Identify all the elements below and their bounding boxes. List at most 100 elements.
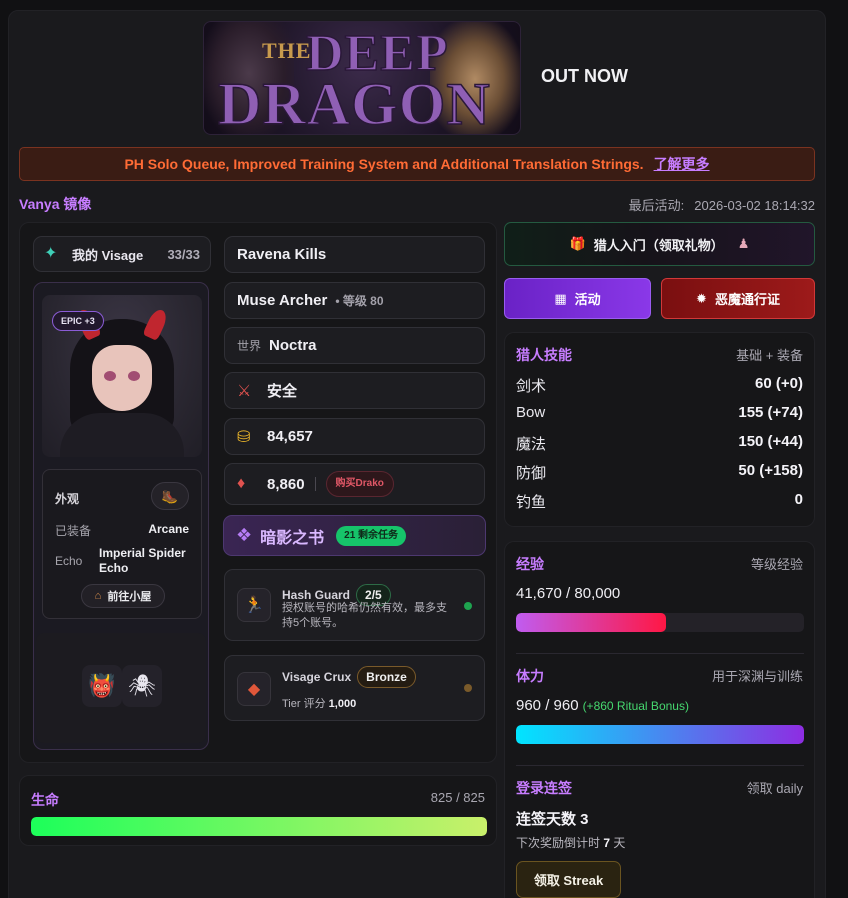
remaining-tasks-badge: 21 剩余任务 [336,525,407,546]
crux-score: Tier 评分 1,000 [282,697,457,712]
events-button[interactable]: ▦ 活动 [504,278,651,319]
character-portrait: EPIC +3 [42,295,202,457]
life-bar [31,817,487,836]
demon-pass-button[interactable]: ✹ 恶魔通行证 [661,278,815,319]
events-button-label: 活动 [574,292,601,307]
streak-title: 登录连签 [516,780,572,796]
claim-streak-button[interactable]: 领取 Streak [516,861,621,898]
life-panel: 生命 825 / 825 [19,775,497,846]
divider [314,477,316,491]
last-active: 最后活动: 2026-03-02 18:14:32 [629,195,815,214]
stamina-bonus: (+860 Ritual Bonus) [582,699,689,713]
shadow-book-label: 暗影之书 [260,529,325,547]
streak-next: 下次奖励倒计时 7 天 [516,834,625,851]
announcement-bar: PH Solo Queue, Improved Training System … [19,147,815,181]
crux-score-label: Tier 评分 [282,698,326,710]
world-value: Noctra [269,337,317,354]
crux-title: Visage Crux [282,670,352,684]
divider [516,765,804,766]
skill-name: 钓鱼 [516,494,547,511]
safety-item: ⚔ 安全 [224,372,485,409]
kills-label: Ravena Kills [237,246,327,263]
gear-burst-icon: ✹ [696,290,707,306]
streak-next-prefix: 下次奖励倒计时 [516,836,601,850]
xp-bar [516,613,804,632]
shadow-book-button[interactable]: ❖ 暗影之书 21 剩余任务 [223,515,486,556]
crux-header: Visage Crux Bronze [282,666,416,688]
stamina-subtitle: 用于深渊与训练 [711,669,803,684]
mirror-title: Vanya 镜像 [19,196,92,212]
hash-guard-title: Hash Guard [282,588,351,602]
calendar-icon: ▦ [554,290,567,306]
class-item: Muse Archer • 等级 80 [224,282,485,319]
go-to-hut-button[interactable]: ⌂ 前往小屋 [81,584,165,608]
visage-label: 我的 Visage [72,247,144,263]
streak-subtitle: 领取 daily [746,781,803,796]
hut-icon: ⌂ [94,590,102,602]
spider-mini-icon[interactable]: 🕷 [122,665,162,707]
announcement-text: PH Solo Queue, Improved Training System … [124,156,644,172]
game-banner[interactable]: THE DEEP DRAGON [203,21,521,135]
kills-item: Ravena Kills [224,236,485,273]
skill-value: 150 (+44) [738,433,803,450]
hash-guard-desc: 授权账号的哈希仍然有效，最多支持5个账号。 [282,602,447,629]
visage-crux-card[interactable]: ◆ Visage Crux Bronze Tier 评分 1,000 [224,655,485,721]
banner-logo-dragon: DRAGON [217,70,491,135]
boot-icon[interactable]: 🥾 [151,482,189,510]
streak-next-value: 7 [603,836,611,850]
demon-pass-label: 恶魔通行证 [714,292,780,307]
equipped-label: 已装备 [55,524,92,538]
demon-mini-icon[interactable]: 👹 [82,665,122,707]
character-icon: ♟ [737,236,750,251]
streak-days: 连签天数 3 [516,811,589,828]
xp-title: 经验 [516,556,544,572]
crux-score-value: 1,000 [328,698,357,710]
epic-badge: EPIC +3 [52,311,104,331]
runner-icon: 🏃 [237,588,271,622]
stamina-value-row: 960 / 960 (+860 Ritual Bonus) [516,697,689,714]
echo-label: Echo [55,554,83,568]
stamina-bar [516,725,804,744]
equipped-value: Arcane [148,522,189,536]
echo-value: Imperial Spider Echo [99,546,186,575]
status-dot [464,684,472,692]
stamina-value: 960 / 960 [516,697,579,714]
status-dot [464,602,472,610]
drako-crystal-icon: ♦ [237,475,246,492]
shadow-book-icon: ❖ [236,525,253,545]
hunter-starter-gift-button[interactable]: 🎁 猎人入门（领取礼物） ♟ [504,222,815,266]
skill-value: 50 (+158) [738,462,803,479]
stamina-title: 体力 [516,668,544,684]
skill-name: Bow [516,404,546,421]
xp-bar-fill [516,613,667,632]
hunter-skills-panel: 猎人技能 基础 + 装备 剑术 60 (+0) Bow 155 (+74) 魔法… [504,332,815,527]
gold-item: ⛁ 84,657 [224,418,485,455]
xp-value: 41,670 / 80,000 [516,585,621,602]
safety-icon: ⚔ [237,382,252,400]
visage-header[interactable]: ✦ 我的 Visage 33/33 [33,236,211,272]
buy-drako-button[interactable]: 购买Drako [325,471,394,497]
skill-value: 0 [794,491,803,508]
appearance-box: 外观 🥾 已装备 Arcane Echo Imperial Spider Ech… [42,469,202,619]
stamina-bar-fill [516,725,804,744]
life-title: 生命 [31,792,59,808]
visage-icon: ✦ [44,245,58,262]
crux-tier: Bronze [357,666,416,688]
visage-card: EPIC +3 外观 🥾 已装备 Arcane Echo Imperial Sp… [33,282,209,750]
world-label: 世界 [237,339,262,353]
skill-value: 155 (+74) [738,404,803,421]
last-active-value: 2026-03-02 18:14:32 [694,198,815,213]
release-status: OUT NOW [541,66,628,86]
skill-name: 剑术 [516,378,547,395]
gift-icon: 🎁 [569,236,586,251]
safety-label: 安全 [267,383,298,400]
class-name: Muse Archer [237,292,328,309]
world-item: 世界 Noctra [224,327,485,364]
hash-guard-card[interactable]: 🏃 Hash Guard 2/5 授权账号的哈希仍然有效，最多支持5个账号。 [224,569,485,641]
learn-more-link[interactable]: 了解更多 [654,154,710,174]
drako-item: ♦ 8,860 购买Drako [224,463,485,505]
gift-button-label: 猎人入门（领取礼物） [593,237,724,253]
divider [516,653,804,654]
skills-title: 猎人技能 [516,347,572,363]
appearance-label: 外观 [55,492,80,506]
